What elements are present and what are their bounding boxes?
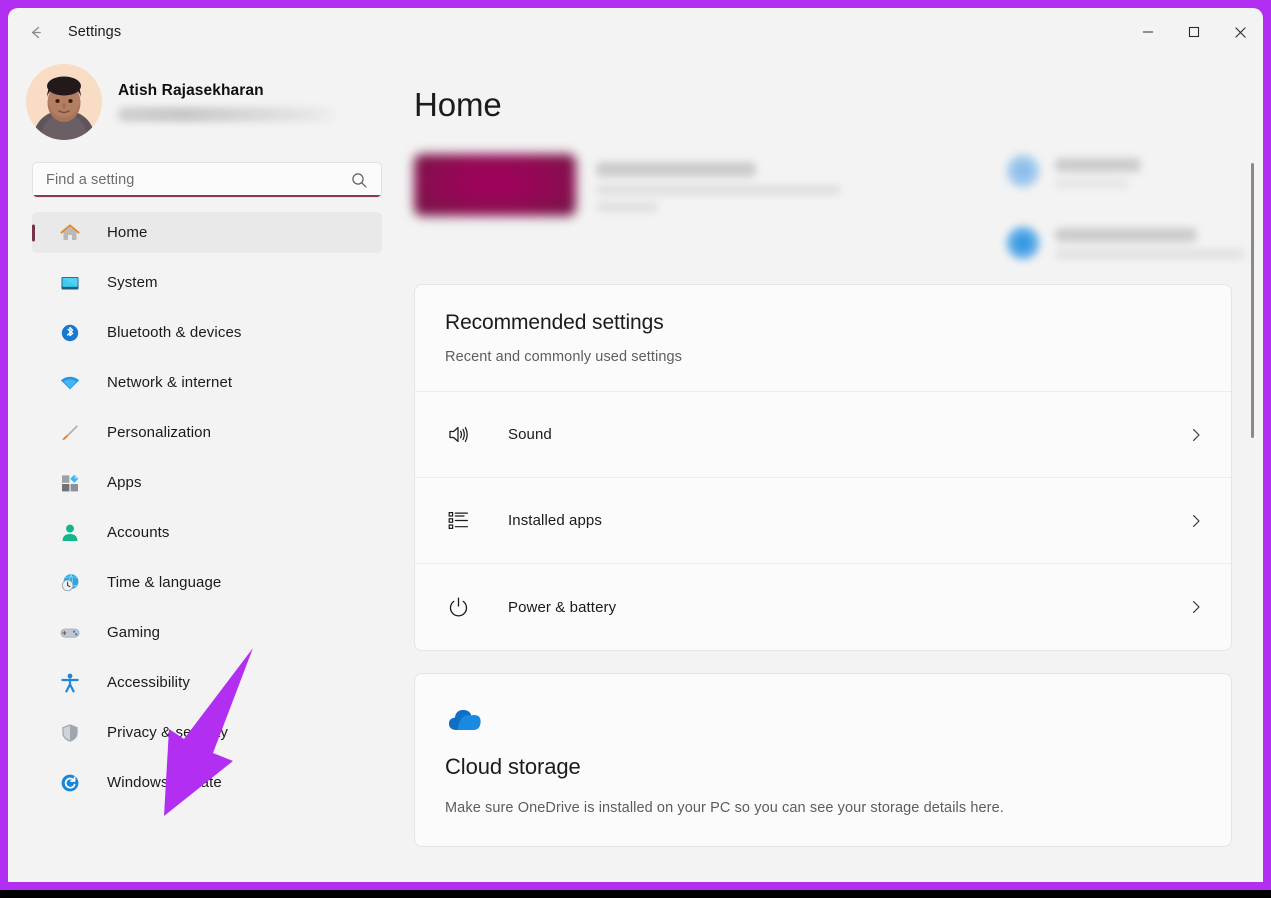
minimize-icon: [1142, 26, 1154, 38]
windows-update-sub-redacted: [1055, 249, 1245, 259]
settings-row-sound[interactable]: Sound: [415, 392, 1231, 478]
chevron-right-icon: [1185, 510, 1207, 532]
sidebar-item-apps[interactable]: Apps: [32, 462, 382, 503]
close-button[interactable]: [1217, 8, 1263, 56]
sidebar-item-personalization[interactable]: Personalization: [32, 412, 382, 453]
sidebar-item-accessibility[interactable]: Accessibility: [32, 662, 382, 703]
sidebar-item-network-internet[interactable]: Network & internet: [32, 362, 382, 403]
sidebar-item-label: Bluetooth & devices: [107, 324, 242, 341]
sidebar-item-label: Time & language: [107, 574, 222, 591]
sidebar-item-label: Gaming: [107, 624, 161, 641]
chevron-right-icon: [1185, 424, 1207, 446]
cloud-storage-card[interactable]: Cloud storage Make sure OneDrive is inst…: [414, 673, 1232, 847]
wifi-icon: [59, 372, 81, 394]
scrollbar-thumb[interactable]: [1251, 163, 1254, 438]
account-status-sub-redacted: [1055, 179, 1129, 188]
home-icon: [59, 222, 81, 244]
recommended-card-header: Recommended settings Recent and commonly…: [415, 285, 1231, 392]
accessibility-person-icon: [59, 672, 81, 694]
settings-row-installed-apps[interactable]: Installed apps: [415, 478, 1231, 564]
list-bullet-icon: [445, 508, 471, 534]
sidebar-item-label: Personalization: [107, 424, 212, 441]
sidebar-item-label: Network & internet: [107, 374, 233, 391]
recommended-subtitle: Recent and commonly used settings: [445, 349, 683, 365]
settings-row-label: Power & battery: [508, 598, 617, 616]
sidebar-item-label: Accounts: [107, 524, 170, 541]
recommended-title: Recommended settings: [445, 311, 664, 334]
windows-update-title-redacted: [1055, 228, 1197, 242]
settings-row-label: Sound: [508, 426, 552, 443]
account-email-redacted: [118, 107, 336, 122]
recommended-settings-card: Recommended settings Recent and commonly…: [414, 284, 1232, 651]
sidebar-item-home[interactable]: Home: [32, 212, 382, 253]
maximize-button[interactable]: [1171, 8, 1217, 56]
device-name-redacted: [596, 162, 756, 177]
system-monitor-icon: [59, 272, 81, 294]
account-status-title-redacted: [1055, 158, 1141, 172]
cloud-storage-description: Make sure OneDrive is installed on your …: [445, 800, 1004, 816]
window-title: Settings: [68, 24, 122, 40]
search-input[interactable]: Find a setting: [33, 172, 351, 188]
sidebar-item-privacy-security[interactable]: Privacy & security: [32, 712, 382, 753]
windows-update-status-icon-redacted: [1006, 226, 1040, 260]
sidebar: Atish Rajasekharan Find a setting Home S…: [8, 56, 400, 882]
avatar: [26, 64, 102, 140]
sidebar-item-label: Home: [107, 224, 148, 241]
top-cards-redacted: [400, 136, 1263, 276]
cloud-storage-title: Cloud storage: [445, 754, 581, 779]
sidebar-item-bluetooth-devices[interactable]: Bluetooth & devices: [32, 312, 382, 353]
settings-row-label: Installed apps: [508, 512, 602, 529]
minimize-button[interactable]: [1125, 8, 1171, 56]
onedrive-cloud-icon: [445, 704, 1201, 734]
speaker-volume-icon: [445, 422, 471, 448]
close-icon: [1234, 26, 1247, 39]
settings-window: Settings Atish Rajasekharan Find a setti…: [8, 8, 1263, 882]
windows-update-sync-icon: [59, 772, 81, 794]
search-box[interactable]: Find a setting: [32, 162, 382, 198]
shield-icon: [59, 722, 81, 744]
sidebar-item-label: System: [107, 274, 158, 291]
paintbrush-icon: [59, 422, 81, 444]
settings-row-power-battery[interactable]: Power & battery: [415, 564, 1231, 650]
gamepad-icon: [59, 622, 81, 644]
sidebar-nav-list: Home System Bluetooth & devices Network …: [8, 212, 400, 803]
search-icon: [351, 172, 368, 189]
sidebar-item-gaming[interactable]: Gaming: [32, 612, 382, 653]
sidebar-item-accounts[interactable]: Accounts: [32, 512, 382, 553]
main-content: Home Recommended settings Recent and com…: [400, 56, 1263, 882]
sidebar-item-windows-update[interactable]: Windows Update: [32, 762, 382, 803]
sidebar-item-label: Windows Update: [107, 774, 222, 791]
device-detail-redacted: [596, 185, 841, 195]
bluetooth-icon: [59, 322, 81, 344]
maximize-icon: [1188, 26, 1200, 38]
apps-grid-icon: [59, 472, 81, 494]
device-thumbnail-redacted: [414, 154, 576, 216]
sidebar-item-label: Privacy & security: [107, 724, 228, 741]
back-arrow-icon: [27, 23, 46, 42]
window-controls: [1125, 8, 1263, 56]
user-avatar-photo: [26, 64, 102, 140]
title-bar: Settings: [8, 8, 1263, 56]
sidebar-item-label: Apps: [107, 474, 142, 491]
person-icon: [59, 522, 81, 544]
page-title: Home: [414, 86, 502, 123]
sidebar-item-system[interactable]: System: [32, 262, 382, 303]
account-block[interactable]: Atish Rajasekharan: [8, 56, 400, 148]
power-icon: [445, 594, 471, 620]
account-name: Atish Rajasekharan: [118, 82, 264, 99]
chevron-right-icon: [1185, 596, 1207, 618]
account-status-icon-redacted: [1006, 154, 1040, 188]
clock-globe-icon: [59, 572, 81, 594]
sidebar-item-label: Accessibility: [107, 674, 190, 691]
sidebar-item-time-language[interactable]: Time & language: [32, 562, 382, 603]
device-detail2-redacted: [596, 202, 658, 212]
back-button[interactable]: [16, 16, 56, 48]
search-accent-underline: [33, 195, 381, 197]
